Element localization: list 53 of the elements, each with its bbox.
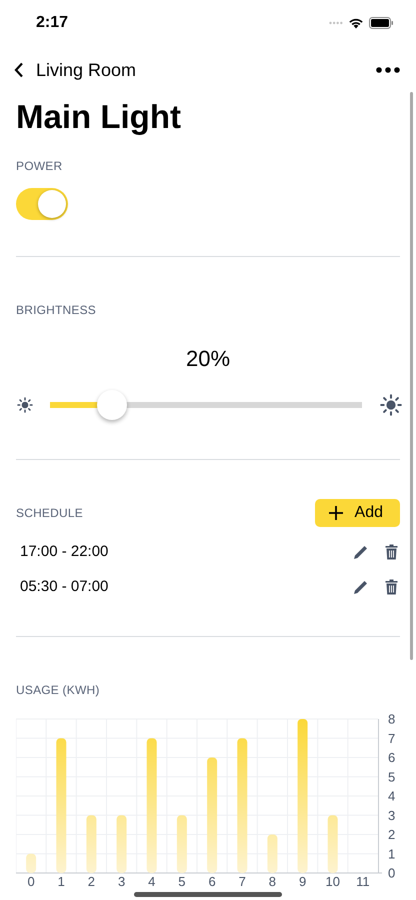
section-label: USAGE (KWH) (16, 682, 101, 698)
trash-icon[interactable] (385, 544, 398, 560)
chevron-left-icon (14, 62, 24, 78)
signal-icon (329, 21, 343, 25)
usage-bar (176, 815, 187, 873)
x-tick-label: 0 (27, 874, 35, 889)
usage-bar (86, 815, 96, 873)
y-tick-label: 8 (388, 712, 396, 726)
y-tick-label: 6 (388, 750, 396, 765)
edit-icon[interactable] (353, 578, 369, 594)
x-tick-label: 10 (326, 874, 340, 889)
y-tick-label: 7 (388, 730, 396, 746)
schedule-time: 05:30 - 07:00 (20, 578, 110, 595)
brightness-reading: 20% (184, 345, 232, 373)
y-tick-label: 1 (388, 846, 396, 862)
usage-bar (267, 834, 278, 873)
slider-thumb[interactable] (97, 390, 128, 420)
back-button[interactable]: Living Room (14, 60, 136, 80)
y-tick-label: 5 (388, 769, 396, 784)
usage-bar (26, 854, 36, 873)
sun-icon (17, 397, 33, 413)
battery-icon (369, 17, 394, 29)
x-tick-label: 9 (298, 874, 306, 889)
x-tick-label: 11 (356, 874, 370, 889)
section-label: POWER (16, 158, 64, 174)
x-tick-label: 8 (268, 874, 276, 889)
y-tick-label: 4 (388, 788, 396, 804)
x-tick-label: 4 (148, 874, 156, 889)
x-tick-label: 7 (238, 874, 246, 889)
plus-icon (328, 506, 343, 520)
y-tick-label: 3 (388, 808, 396, 823)
more-icon[interactable] (376, 67, 400, 73)
usage-bar (328, 815, 338, 873)
add-button[interactable]: Add (314, 499, 400, 527)
wifi-icon (348, 17, 364, 29)
edit-icon[interactable] (353, 544, 369, 560)
usage-bar (116, 815, 127, 873)
section-label: BRIGHTNESS (16, 302, 98, 318)
status-time: 2:17 (36, 14, 68, 32)
section-label: SCHEDULE (16, 505, 83, 521)
x-tick-label: 3 (118, 874, 126, 889)
brightness-slider[interactable] (50, 390, 362, 420)
y-tick-label: 0 (388, 866, 396, 880)
schedule-time: 17:00 - 22:00 (20, 543, 110, 560)
x-tick-label: 6 (208, 874, 216, 889)
trash-icon[interactable] (385, 578, 398, 594)
y-tick-label: 2 (388, 827, 396, 842)
x-tick-label: 5 (178, 874, 186, 889)
sun-icon (380, 394, 402, 416)
x-tick-label: 1 (58, 874, 65, 889)
page-title: Main Light (16, 97, 182, 137)
power-toggle[interactable] (16, 188, 68, 220)
x-tick-label: 2 (88, 874, 96, 889)
